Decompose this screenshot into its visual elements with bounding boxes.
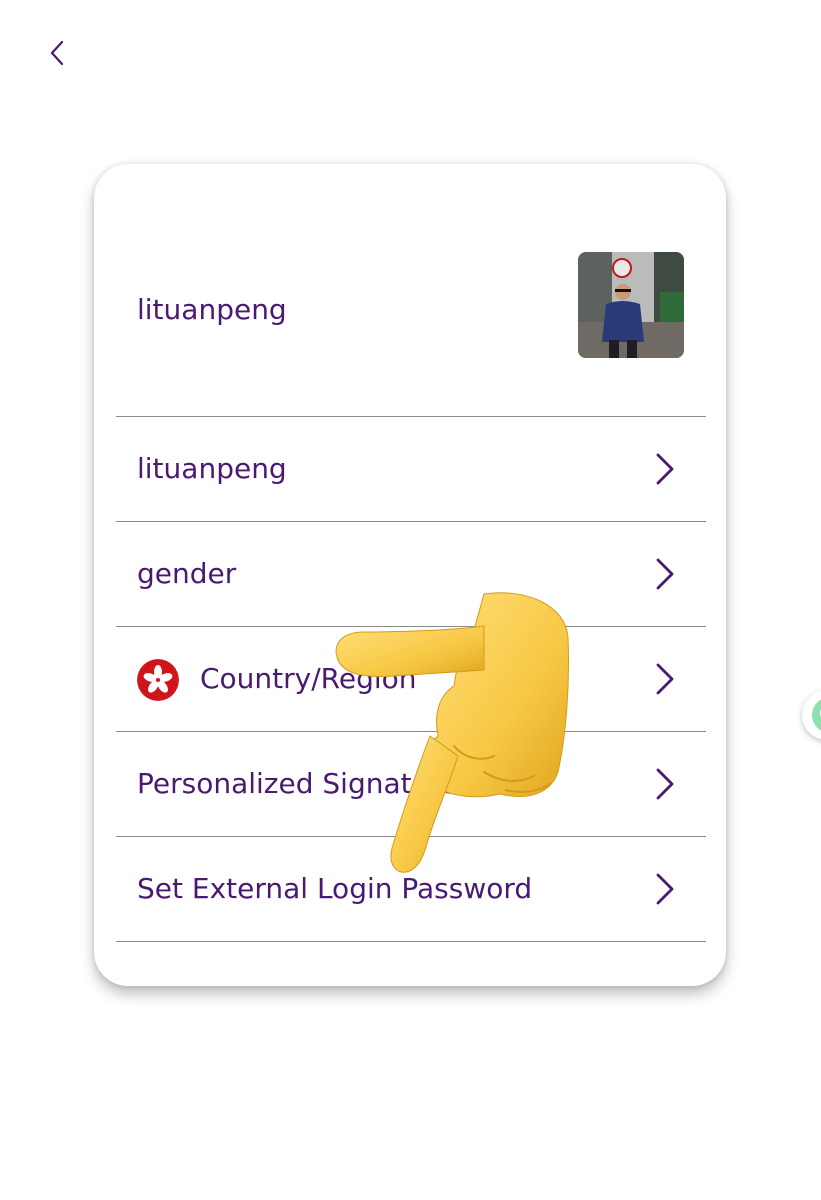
floating-chat-button[interactable]: [802, 690, 821, 740]
chevron-right-icon: [656, 558, 674, 590]
chevron-left-icon: [50, 40, 64, 66]
row-label: Personalized Signature: [137, 767, 458, 800]
row-country-region[interactable]: Country/Region: [116, 627, 706, 732]
profile-name: lituanpeng: [137, 293, 287, 326]
chevron-right-icon: [656, 768, 674, 800]
row-username[interactable]: lituanpeng: [116, 417, 706, 522]
row-gender[interactable]: gender: [116, 522, 706, 627]
profile-settings-page: lituanpeng lituanpeng gender Country/Reg…: [0, 0, 821, 1200]
row-external-login-password[interactable]: Set External Login Password: [116, 837, 706, 942]
row-label: Set External Login Password: [137, 872, 533, 905]
chat-icon: [812, 699, 821, 731]
back-button[interactable]: [42, 36, 72, 70]
row-label: Country/Region: [200, 662, 417, 695]
chevron-right-icon: [656, 453, 674, 485]
chevron-right-icon: [656, 873, 674, 905]
row-label: lituanpeng: [137, 452, 287, 485]
profile-header-row[interactable]: lituanpeng: [116, 164, 706, 417]
chevron-right-icon: [656, 663, 674, 695]
hong-kong-flag-icon: [137, 659, 179, 701]
row-label: gender: [137, 557, 237, 590]
row-personalized-signature[interactable]: Personalized Signature: [116, 732, 706, 837]
avatar[interactable]: [578, 252, 684, 358]
profile-photo: [578, 252, 684, 358]
profile-card: lituanpeng lituanpeng gender Country/Reg…: [94, 164, 726, 986]
